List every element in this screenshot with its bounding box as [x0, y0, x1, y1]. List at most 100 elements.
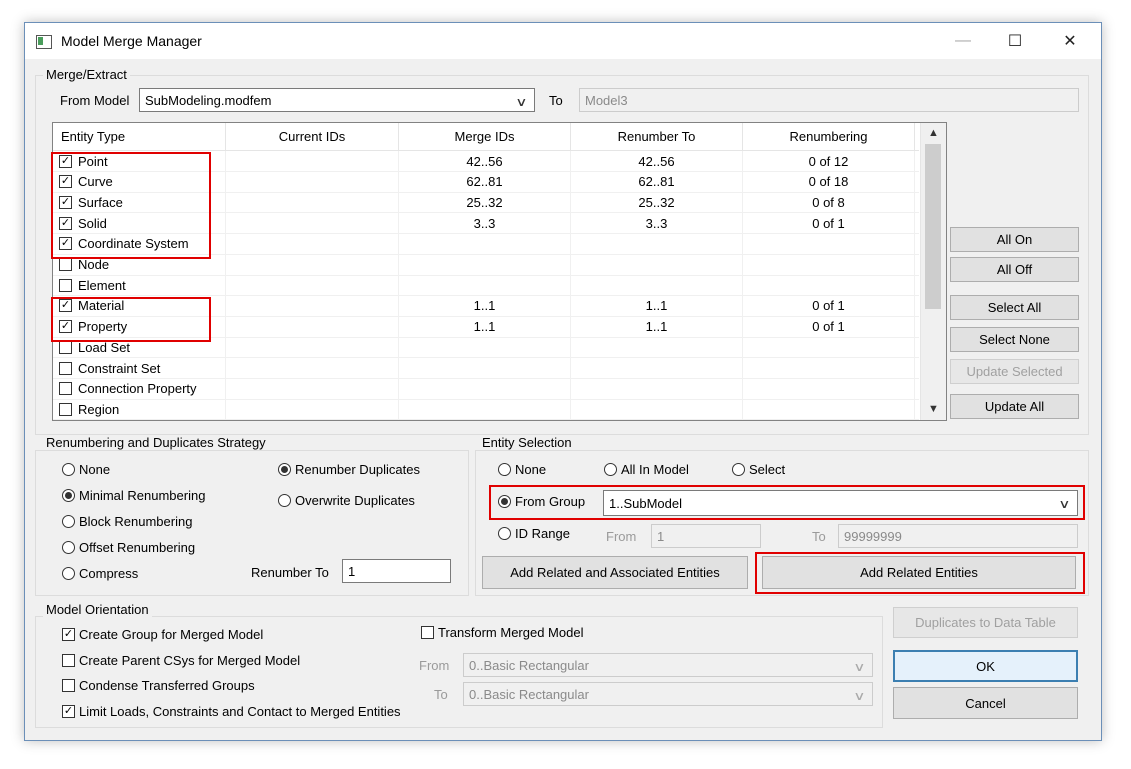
update-all-button[interactable]: Update All — [950, 394, 1079, 419]
column-header-current-ids[interactable]: Current IDs — [226, 123, 399, 150]
merge-ids-cell: 1..1 — [399, 316, 571, 337]
selection-option-from-group[interactable]: From Group — [498, 494, 585, 509]
entity-selection-legend: Entity Selection — [479, 435, 575, 450]
entity-checkbox[interactable] — [59, 258, 72, 271]
duplicates-option-overwrite[interactable]: Overwrite Duplicates — [278, 493, 415, 508]
cancel-button[interactable]: Cancel — [893, 687, 1078, 719]
entity-checkbox[interactable] — [59, 382, 72, 396]
checkbox-label: Limit Loads, Constraints and Contact to … — [79, 704, 401, 719]
orientation-to-dropdown: 0..Basic Rectangular ∨ — [463, 682, 873, 706]
condense-groups-checkbox[interactable] — [62, 679, 75, 692]
radio-renumber-duplicates[interactable] — [278, 463, 291, 476]
radio-label: All In Model — [621, 462, 689, 477]
create-parent-csys-checkbox[interactable] — [62, 654, 75, 667]
radio-none[interactable] — [62, 463, 75, 476]
select-none-button[interactable]: Select None — [950, 327, 1079, 352]
renumbering-legend: Renumbering and Duplicates Strategy — [43, 435, 269, 450]
entity-checkbox[interactable] — [59, 361, 72, 375]
renumber-option-compress[interactable]: Compress — [62, 566, 138, 581]
close-button[interactable]: ✕ — [1047, 23, 1093, 59]
radio-label: ID Range — [515, 526, 570, 541]
entity-checkbox[interactable] — [59, 340, 72, 354]
create-parent-csys-option[interactable]: Create Parent CSys for Merged Model — [62, 653, 300, 668]
radio-overwrite-duplicates[interactable] — [278, 494, 291, 507]
selection-option-all-in-model[interactable]: All In Model — [604, 462, 689, 477]
radio-from-group[interactable] — [498, 495, 511, 508]
table-row[interactable]: Connection Property — [53, 378, 919, 400]
duplicates-to-data-table-button[interactable]: Duplicates to Data Table — [893, 607, 1078, 638]
limit-loads-checkbox[interactable]: ✓ — [62, 705, 75, 718]
chevron-down-icon: ∨ — [515, 95, 528, 109]
from-model-dropdown[interactable]: SubModeling.modfem ∨ — [139, 88, 535, 112]
from-group-dropdown[interactable]: 1..SubModel ∨ — [603, 490, 1078, 516]
renumber-to-input[interactable]: 1 — [342, 559, 451, 583]
renumber-to-cell: 3..3 — [571, 213, 743, 234]
radio-all-in-model[interactable] — [604, 463, 617, 476]
radio-label: Block Renumbering — [79, 514, 193, 529]
duplicates-option-renumber[interactable]: Renumber Duplicates — [278, 462, 420, 477]
merge-ids-cell: 62..81 — [399, 171, 571, 192]
renumber-to-cell — [571, 254, 743, 275]
update-selected-button[interactable]: Update Selected — [950, 359, 1079, 384]
renumber-option-offset[interactable]: Offset Renumbering — [62, 540, 195, 555]
table-row[interactable]: Element — [53, 275, 919, 297]
selection-option-none[interactable]: None — [498, 462, 546, 477]
renumber-to-cell — [571, 337, 743, 358]
radio-label: None — [79, 462, 111, 477]
radio-offset-renumbering[interactable] — [62, 541, 75, 554]
radio-label: None — [515, 462, 547, 477]
all-on-button[interactable]: All On — [950, 227, 1079, 252]
create-group-checkbox[interactable]: ✓ — [62, 628, 75, 641]
column-header-entity-type[interactable]: Entity Type — [53, 123, 226, 150]
maximize-button[interactable]: ☐ — [992, 23, 1038, 59]
scrollbar-thumb[interactable] — [925, 144, 941, 309]
renumber-to-cell: 25..32 — [571, 192, 743, 213]
merge-ids-cell — [399, 254, 571, 275]
ok-button[interactable]: OK — [893, 650, 1078, 682]
current-ids-cell — [226, 275, 399, 296]
merge-ids-cell — [399, 358, 571, 378]
transform-option[interactable]: Transform Merged Model — [421, 625, 583, 640]
column-header-renumber-to[interactable]: Renumber To — [571, 123, 743, 150]
title-bar: Model Merge Manager — ☐ ✕ — [25, 23, 1101, 59]
selection-option-select[interactable]: Select — [732, 462, 785, 477]
all-off-button[interactable]: All Off — [950, 257, 1079, 282]
renumber-option-none[interactable]: None — [62, 462, 110, 477]
table-row[interactable]: Constraint Set — [53, 358, 919, 379]
current-ids-cell — [226, 378, 399, 399]
from-group-value: 1..SubModel — [609, 495, 682, 511]
select-all-button[interactable]: Select All — [950, 295, 1079, 320]
radio-minimal-renumbering[interactable] — [62, 489, 75, 502]
radio-selection-none[interactable] — [498, 463, 511, 476]
condense-groups-option[interactable]: Condense Transferred Groups — [62, 678, 255, 693]
renumber-to-cell — [571, 378, 743, 399]
selection-option-id-range[interactable]: ID Range — [498, 526, 570, 541]
entity-checkbox[interactable] — [59, 278, 72, 292]
orientation-from-label: From — [419, 658, 450, 673]
table-row[interactable]: Region — [53, 399, 919, 420]
scroll-up-icon[interactable]: ▲ — [921, 123, 946, 143]
column-header-renumbering[interactable]: Renumbering — [743, 123, 915, 150]
radio-select[interactable] — [732, 463, 745, 476]
column-header-merge-ids[interactable]: Merge IDs — [399, 123, 571, 150]
table-scrollbar[interactable]: ▲ ▼ — [920, 123, 946, 420]
radio-block-renumbering[interactable] — [62, 515, 75, 528]
create-group-option[interactable]: ✓ Create Group for Merged Model — [62, 627, 263, 642]
add-related-associated-button[interactable]: Add Related and Associated Entities — [482, 556, 748, 589]
current-ids-cell — [226, 151, 399, 171]
entity-checkbox[interactable] — [59, 402, 72, 416]
renumber-option-block[interactable]: Block Renumbering — [62, 514, 192, 529]
limit-loads-option[interactable]: ✓ Limit Loads, Constraints and Contact to… — [62, 704, 401, 719]
transform-checkbox[interactable] — [421, 626, 434, 639]
scroll-down-icon[interactable]: ▼ — [921, 399, 946, 419]
minimize-button[interactable]: — — [940, 23, 986, 59]
current-ids-cell — [226, 295, 399, 316]
radio-id-range[interactable] — [498, 527, 511, 540]
radio-compress[interactable] — [62, 567, 75, 580]
add-related-entities-button[interactable]: Add Related Entities — [762, 556, 1076, 589]
renumbering-cell — [743, 399, 915, 420]
entity-type-label: Node — [78, 257, 110, 272]
current-ids-cell — [226, 254, 399, 275]
renumber-option-minimal[interactable]: Minimal Renumbering — [62, 488, 205, 503]
highlight-box-material-property — [51, 297, 211, 342]
